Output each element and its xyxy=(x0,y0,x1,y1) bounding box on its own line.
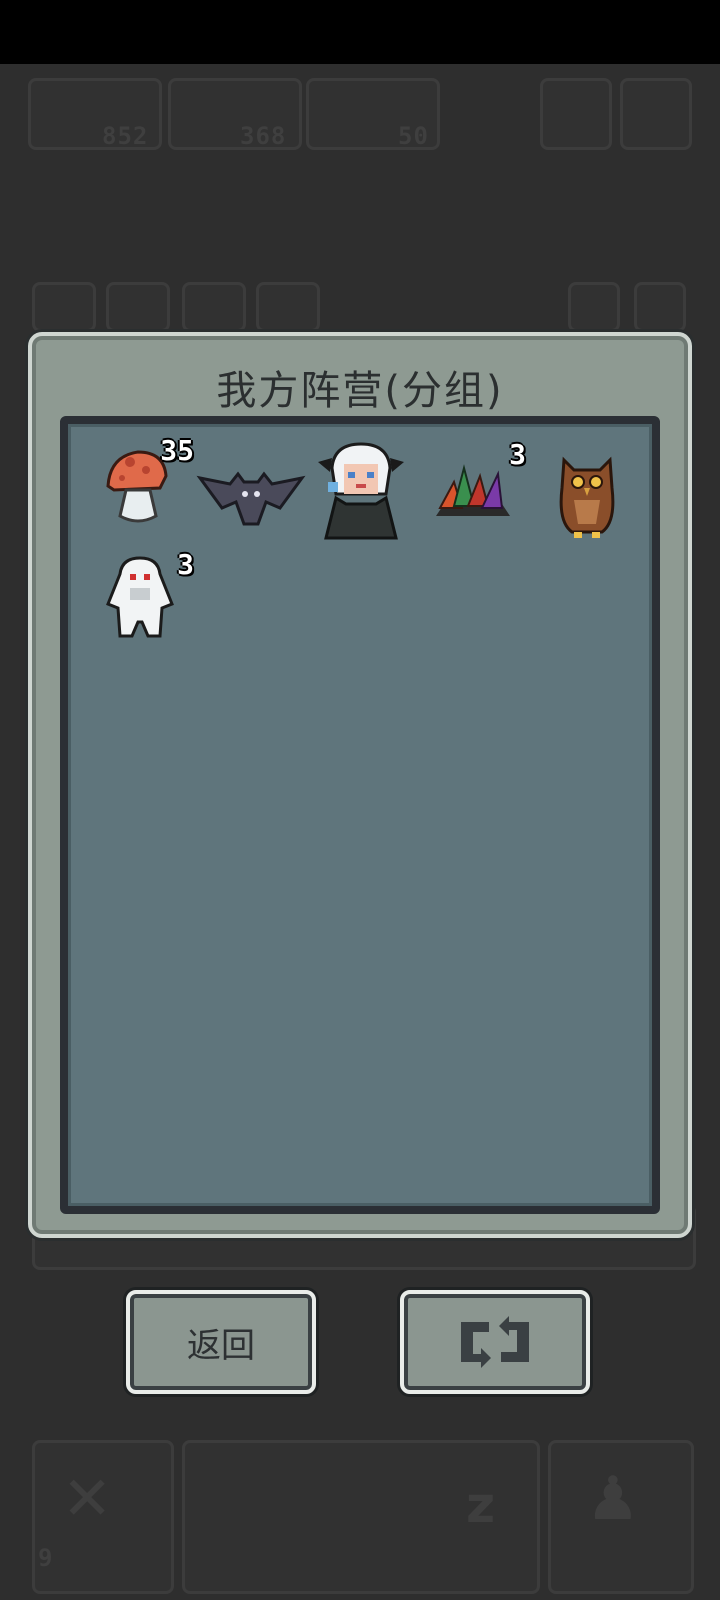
unit-ghost[interactable]: 3 xyxy=(86,548,196,658)
unit-count: 3 xyxy=(509,438,526,471)
bg-bottom-count: 9 xyxy=(38,1544,54,1572)
unit-witch[interactable] xyxy=(306,438,416,548)
unit-crystal-plant[interactable]: 3 xyxy=(418,438,528,548)
unit-owl[interactable] xyxy=(532,444,642,554)
resource-value-2: 368 xyxy=(240,122,287,150)
menu-box-1 xyxy=(540,78,612,150)
bg-slot-2 xyxy=(106,282,170,332)
bg-slot-3 xyxy=(182,282,246,332)
close-icon: ✕ xyxy=(62,1464,113,1534)
refresh-button[interactable] xyxy=(400,1290,590,1394)
witch-icon xyxy=(318,442,404,540)
sleep-icon: z xyxy=(466,1476,496,1534)
team-dialog: 我方阵营(分组) 35 3 3 xyxy=(28,332,692,1238)
bat-icon xyxy=(196,471,306,526)
back-button-label: 返回 xyxy=(187,1325,255,1366)
unit-count: 35 xyxy=(160,434,194,467)
bg-slot-1 xyxy=(32,282,96,332)
resource-value-3: 50 xyxy=(398,122,429,150)
status-bar xyxy=(0,0,720,64)
unit-count: 3 xyxy=(177,548,194,581)
unit-roster: 35 3 3 xyxy=(60,416,660,1214)
back-button[interactable]: 返回 xyxy=(126,1290,316,1394)
bg-slot-6 xyxy=(634,282,686,332)
unit-bat[interactable] xyxy=(196,448,306,558)
menu-box-2 xyxy=(620,78,692,150)
bg-slot-4 xyxy=(256,282,320,332)
dialog-title: 我方阵营(分组) xyxy=(216,368,504,414)
resource-value-1: 852 xyxy=(102,122,149,150)
owl-icon xyxy=(559,456,615,538)
bg-slot-5 xyxy=(568,282,620,332)
unit-mushroom[interactable]: 35 xyxy=(86,434,196,544)
refresh-icon xyxy=(461,1316,529,1368)
pawn-icon: ♟ xyxy=(586,1464,640,1534)
